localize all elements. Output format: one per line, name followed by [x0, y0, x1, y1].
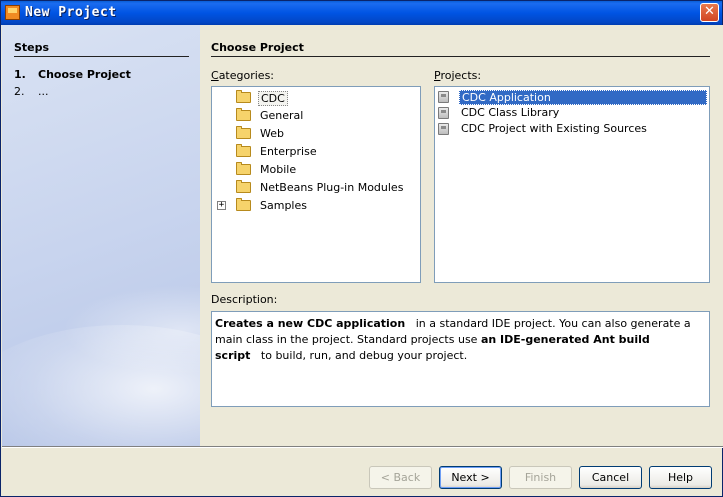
step-item-1: 1. Choose Project	[14, 68, 131, 81]
step-number: 1.	[14, 68, 26, 81]
categories-label: Categories:	[211, 69, 275, 82]
steps-heading: Steps	[14, 41, 189, 57]
step-label: ...	[38, 85, 49, 98]
project-label: CDC Application	[459, 90, 707, 105]
project-label: CDC Class Library	[461, 106, 560, 119]
projects-list[interactable]: CDC Application CDC Class Library CDC Pr…	[434, 86, 710, 283]
folder-icon	[236, 180, 251, 193]
expand-plus-icon[interactable]: +	[217, 201, 226, 210]
device-icon	[438, 107, 449, 119]
new-project-dialog: New Project ✕ Steps 1. Choose Project 2..…	[0, 0, 723, 497]
category-label: Mobile	[260, 163, 297, 176]
description-part1: Creates a new CDC application	[215, 317, 406, 330]
category-label: NetBeans Plug-in Modules	[260, 181, 404, 194]
description-label: Description:	[211, 293, 278, 306]
categories-tree[interactable]: CDC General Web Enterprise Mobile NetBea…	[211, 86, 421, 283]
finish-button[interactable]: Finish	[509, 466, 572, 489]
description-part4: to build, run, and debug your project.	[260, 349, 468, 362]
step-number: 2.	[14, 85, 25, 98]
main-panel: Choose Project Categories: Projects: CDC…	[200, 25, 723, 446]
project-item-cdc-class-library[interactable]: CDC Class Library	[435, 105, 709, 121]
device-icon	[438, 123, 449, 135]
category-label: Web	[260, 127, 284, 140]
folder-icon	[236, 144, 251, 157]
help-button[interactable]: Help	[649, 466, 712, 489]
folder-icon	[236, 126, 251, 139]
project-item-cdc-application[interactable]: CDC Application	[435, 89, 709, 105]
close-button[interactable]: ✕	[700, 3, 719, 22]
device-icon	[438, 91, 449, 103]
steps-panel: Steps 1. Choose Project 2....	[2, 25, 200, 446]
description-box: Creates a new CDC application in a stand…	[211, 311, 710, 407]
divider	[2, 447, 723, 448]
panel-title: Choose Project	[211, 41, 710, 57]
cancel-button[interactable]: Cancel	[579, 466, 642, 489]
step-item-2: 2....	[14, 85, 49, 98]
projects-label-rest: rojects:	[440, 69, 482, 82]
folder-icon	[236, 108, 251, 121]
category-label: Enterprise	[260, 145, 317, 158]
step-label: Choose Project	[38, 68, 131, 81]
folder-icon	[236, 162, 251, 175]
window-title: New Project	[25, 5, 117, 20]
title-bar[interactable]: New Project ✕	[1, 1, 722, 25]
back-button[interactable]: < Back	[369, 466, 432, 489]
folder-icon	[236, 90, 251, 103]
categories-label-rest: ategories:	[218, 69, 275, 82]
project-label: CDC Project with Existing Sources	[461, 122, 647, 135]
project-item-cdc-existing-sources[interactable]: CDC Project with Existing Sources	[435, 121, 709, 137]
folder-icon	[236, 198, 251, 211]
category-label: General	[260, 109, 304, 122]
netbeans-project-icon	[5, 5, 20, 20]
projects-label: Projects:	[434, 69, 482, 82]
category-label: CDC	[258, 91, 288, 106]
next-button[interactable]: Next >	[439, 466, 502, 489]
category-label: Samples	[260, 199, 307, 212]
